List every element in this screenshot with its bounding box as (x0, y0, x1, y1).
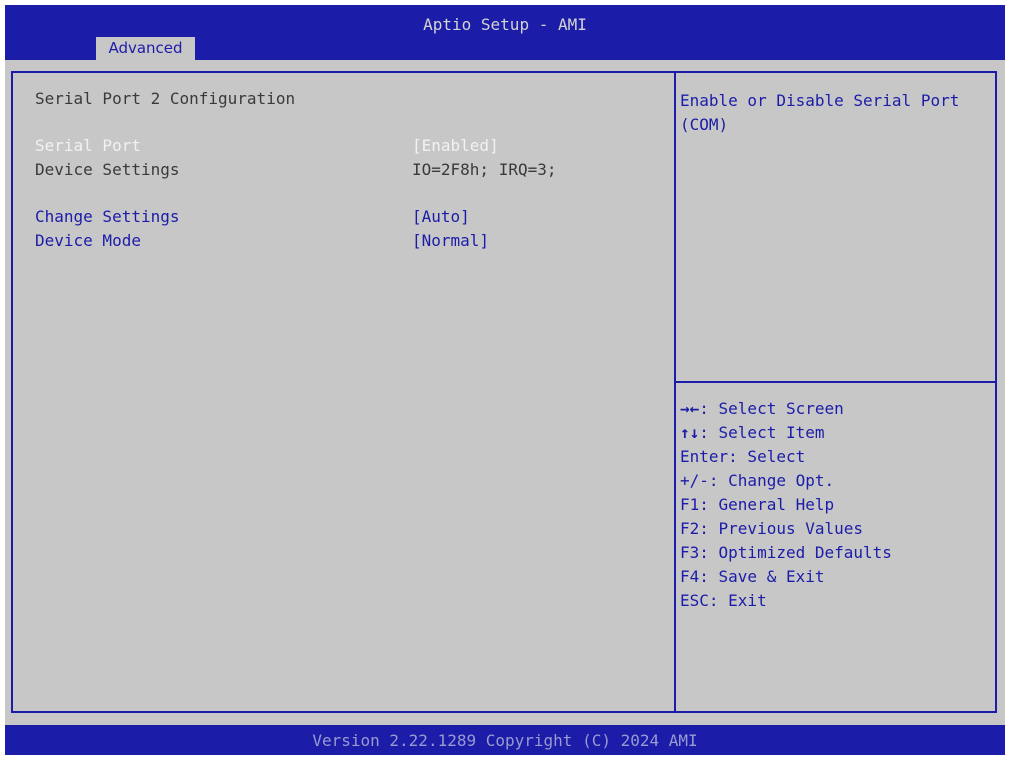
top-bar: Aptio Setup - AMI Advanced (5, 5, 1005, 60)
key-esc-exit: ESC: Exit (680, 591, 767, 610)
page-title: Serial Port 2 Configuration (35, 89, 296, 108)
tab-advanced[interactable]: Advanced (96, 37, 195, 60)
left-right-arrows-icon: →← (680, 399, 700, 418)
key-select-item: ↑↓: Select Item (680, 421, 892, 445)
help-divider (676, 381, 997, 383)
key-desc: : Select Item (699, 423, 825, 442)
change-settings-label[interactable]: Change Settings (35, 207, 180, 226)
app-title: Aptio Setup - AMI (423, 15, 587, 34)
device-settings-value: IO=2F8h; IRQ=3; (412, 160, 557, 179)
key-optimized-defaults: F3: Optimized Defaults (680, 543, 892, 562)
key-legend: →←: Select Screen ↑↓: Select Item Enter:… (680, 397, 892, 613)
key-previous-values: F2: Previous Values (680, 519, 864, 538)
key-general-help: F1: General Help (680, 495, 835, 514)
device-settings-label: Device Settings (35, 160, 180, 179)
key-enter: Enter: Select (680, 447, 806, 466)
serial-port-label[interactable]: Serial Port (35, 136, 141, 155)
key-desc: : Select Screen (699, 399, 844, 418)
up-down-arrows-icon: ↑↓ (680, 423, 700, 442)
change-settings-value[interactable]: [Auto] (412, 207, 470, 226)
bios-screen: Aptio Setup - AMI Advanced Serial Port 2… (5, 5, 1005, 755)
key-select-screen: →←: Select Screen (680, 397, 892, 421)
serial-port-value[interactable]: [Enabled] (412, 136, 499, 155)
help-description: Enable or Disable Serial Port (COM) (680, 91, 969, 134)
version-text: Version 2.22.1289 Copyright (C) 2024 AMI (312, 731, 698, 750)
key-change-opt: +/-: Change Opt. (680, 471, 835, 490)
bottom-bar: Version 2.22.1289 Copyright (C) 2024 AMI (5, 725, 1005, 755)
key-save-exit: F4: Save & Exit (680, 567, 825, 586)
vertical-divider (674, 71, 676, 713)
device-mode-value[interactable]: [Normal] (412, 231, 489, 250)
device-mode-label[interactable]: Device Mode (35, 231, 141, 250)
